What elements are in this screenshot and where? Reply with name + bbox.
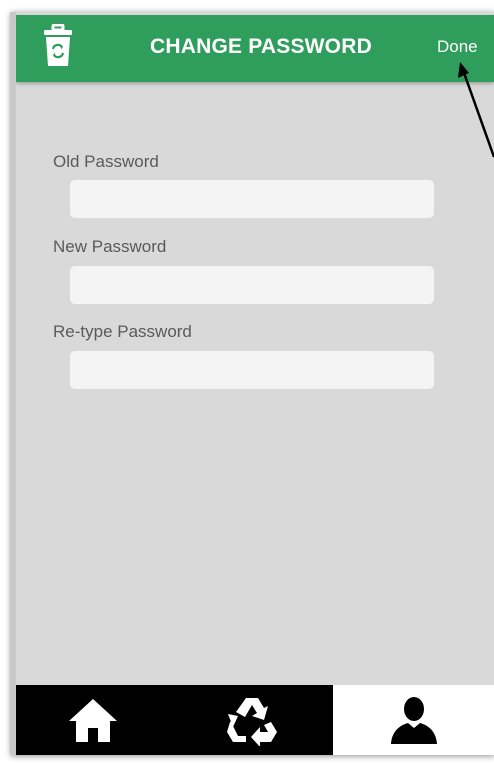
- nav-recycle-tab[interactable]: [170, 685, 333, 755]
- done-button[interactable]: Done: [437, 37, 478, 57]
- home-icon: [69, 699, 117, 742]
- new-password-field[interactable]: [70, 266, 434, 304]
- old-password-field[interactable]: [70, 180, 434, 218]
- retype-password-label: Re-type Password: [53, 322, 192, 341]
- bottom-navigation: [16, 685, 494, 755]
- recycle-icon: [226, 698, 277, 746]
- trash-recycle-icon: [44, 24, 72, 66]
- retype-password-field[interactable]: [70, 351, 434, 389]
- nav-profile-tab[interactable]: [333, 685, 494, 755]
- new-password-label: New Password: [53, 237, 167, 256]
- page-title: CHANGE PASSWORD: [150, 35, 372, 58]
- app-screen: CHANGE PASSWORD Done Old Password New Pa…: [10, 12, 494, 755]
- top-app-bar: CHANGE PASSWORD Done: [16, 15, 494, 82]
- user-icon: [390, 697, 437, 744]
- old-password-label: Old Password: [53, 152, 159, 171]
- nav-home-tab[interactable]: [16, 685, 170, 755]
